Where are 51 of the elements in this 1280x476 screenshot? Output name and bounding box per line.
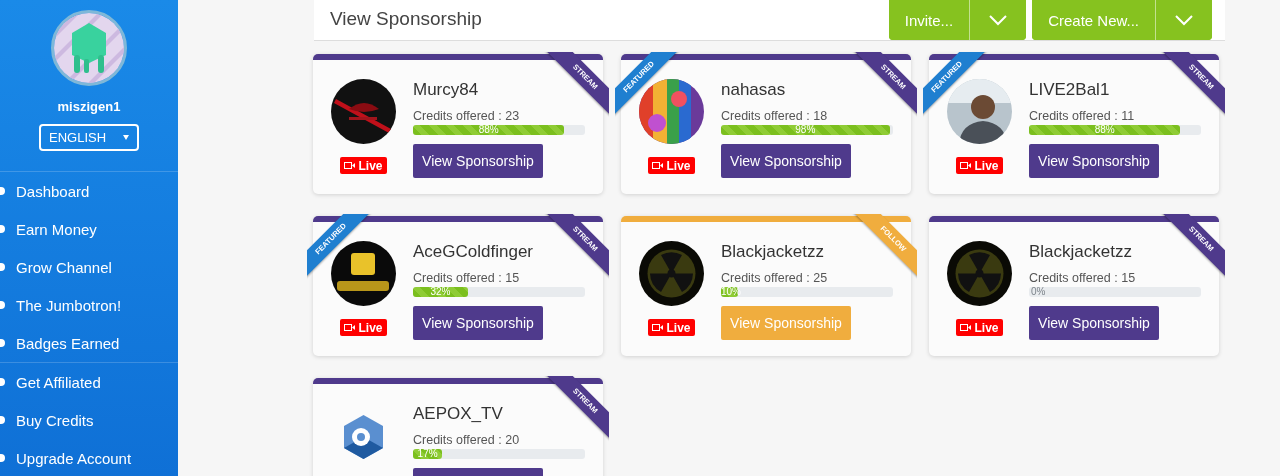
progress-fill: 17% <box>413 449 443 459</box>
caret-icon <box>123 135 129 140</box>
live-badge: Live <box>648 157 695 174</box>
video-camera-icon <box>960 324 972 331</box>
nav-item[interactable]: Grow Channel <box>0 248 178 286</box>
streamer-name: Murcy84 <box>413 80 480 100</box>
nav-item[interactable]: Get Affiliated <box>0 363 178 401</box>
streamer-name: Blackjacketzz <box>721 242 825 262</box>
video-camera-icon <box>652 162 664 169</box>
credits-offered: Credits offered : 18 <box>721 109 829 123</box>
nav-item[interactable]: Badges Earned <box>0 324 178 362</box>
username: miszigen1 <box>57 99 121 114</box>
streamer-name: nahasas <box>721 80 787 100</box>
live-badge: Live <box>956 157 1003 174</box>
chevron-down-icon <box>1174 14 1194 26</box>
streamer-name: Blackjacketzz <box>1029 242 1133 262</box>
video-camera-icon <box>960 162 972 169</box>
progress-fill: 88% <box>1029 125 1181 135</box>
video-camera-icon <box>652 324 664 331</box>
nav-item[interactable]: Dashboard <box>0 172 178 210</box>
streamer-name: AceGColdfinger <box>413 242 534 262</box>
nav-item[interactable]: Buy Credits <box>0 401 178 439</box>
credits-offered: Credits offered : 15 <box>1029 271 1137 285</box>
credits-offered: Credits offered : 11 <box>1029 109 1136 123</box>
credits-offered: Credits offered : 15 <box>413 271 521 285</box>
view-sponsorship-button[interactable]: View Sponsorship <box>413 306 543 340</box>
credits-offered: Credits offered : 20 <box>413 433 521 447</box>
live-badge: Live <box>340 157 387 174</box>
language-select[interactable]: ENGLISH <box>39 124 139 151</box>
credits-offered: Credits offered : 23 <box>413 109 521 123</box>
video-camera-icon <box>344 162 356 169</box>
progress-label: 0% <box>1031 287 1046 297</box>
view-sponsorship-button[interactable]: View Sponsorship <box>1029 144 1159 178</box>
page-title: View Sponsorship <box>330 7 482 30</box>
live-badge: Live <box>648 319 695 336</box>
video-camera-icon <box>344 324 356 331</box>
chevron-down-icon <box>988 14 1009 26</box>
view-sponsorship-button[interactable]: View Sponsorship <box>413 144 543 178</box>
progress-fill: 32% <box>413 287 469 297</box>
live-badge: Live <box>956 319 1003 336</box>
progress-fill: 88% <box>413 125 565 135</box>
nav-item[interactable]: The Jumbotron! <box>0 286 178 324</box>
streamer-name: LIVE2Bal1 <box>1029 80 1111 100</box>
credits-offered: Credits offered : 25 <box>721 271 829 285</box>
view-sponsorship-button[interactable]: View Sponsorship <box>721 144 851 178</box>
live-badge: Live <box>340 319 387 336</box>
streamer-name: AEPOX_TV <box>413 404 504 424</box>
progress-fill: 98% <box>721 125 890 135</box>
view-sponsorship-button[interactable]: View Sponsorship <box>1029 306 1159 340</box>
nav-item[interactable]: Earn Money <box>0 210 178 248</box>
nav-item[interactable]: Upgrade Account <box>0 439 178 476</box>
